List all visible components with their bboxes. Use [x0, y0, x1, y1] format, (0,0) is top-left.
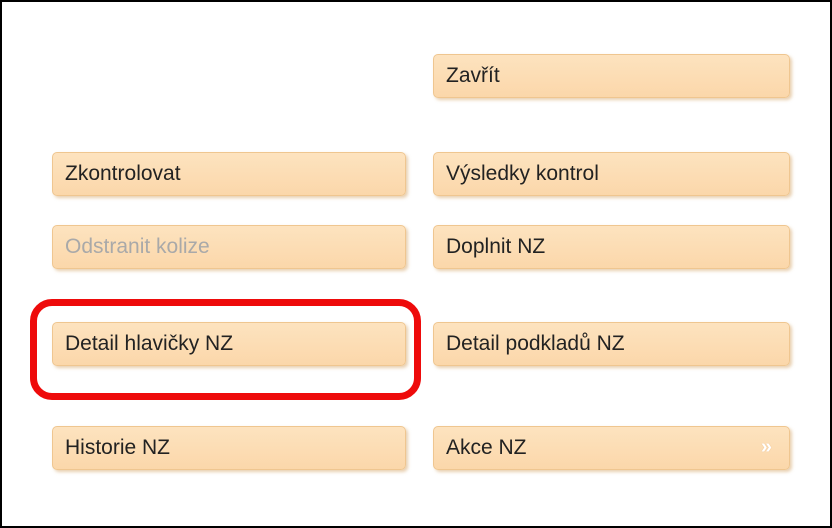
check-results-button[interactable]: Výsledky kontrol [433, 152, 790, 196]
remove-collisions-button: Odstranit kolize [52, 225, 406, 269]
documents-detail-button-label: Detail podkladů NZ [446, 332, 625, 355]
remove-collisions-button-label: Odstranit kolize [65, 235, 210, 258]
header-detail-button[interactable]: Detail hlavičky NZ [52, 322, 406, 366]
actions-nz-button-label: Akce NZ [446, 436, 527, 459]
supplement-nz-button-label: Doplnit NZ [446, 235, 546, 258]
check-button[interactable]: Zkontrolovat [52, 152, 406, 196]
history-nz-button-label: Historie NZ [65, 436, 171, 459]
actions-nz-button[interactable]: Akce NZ » [433, 426, 790, 470]
close-button[interactable]: Zavřít [433, 54, 790, 98]
double-chevron-right-icon: » [760, 436, 772, 458]
button-panel: Zavřít Zkontrolovat Výsledky kontrol Ods… [0, 0, 832, 528]
check-results-button-label: Výsledky kontrol [446, 162, 599, 185]
header-detail-button-label: Detail hlavičky NZ [65, 332, 234, 355]
documents-detail-button[interactable]: Detail podkladů NZ [433, 322, 790, 366]
supplement-nz-button[interactable]: Doplnit NZ [433, 225, 790, 269]
history-nz-button[interactable]: Historie NZ [52, 426, 406, 470]
check-button-label: Zkontrolovat [65, 162, 181, 185]
close-button-label: Zavřít [446, 64, 500, 87]
